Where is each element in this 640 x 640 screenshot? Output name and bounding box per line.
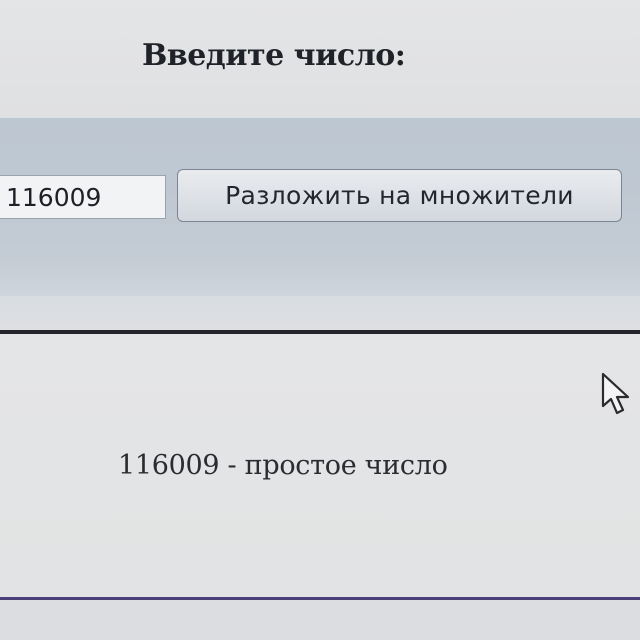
form-spacer [0,296,640,330]
prompt-label: Введите число: [142,38,406,73]
result-message: 116009 - простое число [118,450,448,481]
header-area: Введите число: [0,0,640,118]
form-band-lower [0,252,640,296]
footer-area [0,600,640,640]
page: Введите число: Разложить на множители 11… [0,0,640,640]
number-input[interactable] [0,175,166,219]
factorize-button[interactable]: Разложить на множители [177,169,622,222]
mouse-pointer-icon [601,372,630,415]
